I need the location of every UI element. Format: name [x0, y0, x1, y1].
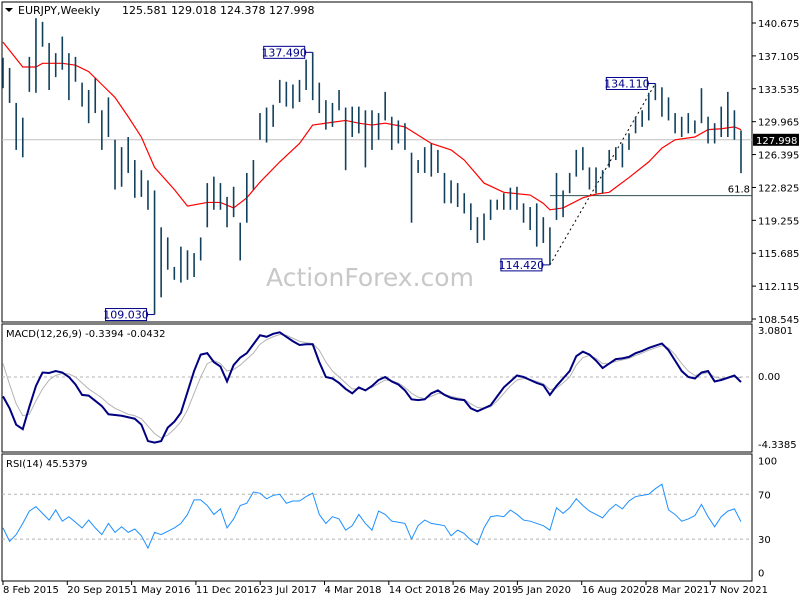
price-axis-label: 119.255	[758, 216, 799, 227]
rsi-axis-label: 70	[758, 490, 771, 501]
symbol-timeframe: EURJPY,Weekly	[18, 4, 101, 17]
rsi-axis-label: 0	[758, 569, 764, 580]
macd-title: MACD(12,26,9) -0.3394 -0.0432	[6, 329, 166, 340]
time-axis-label: 11 Dec 2016	[196, 585, 260, 596]
time-axis-label: 8 Feb 2015	[3, 585, 59, 596]
watermark: ActionForex.com	[266, 263, 474, 292]
trading-chart: ActionForex.com 140.675 137.105 133.535 129.…	[0, 0, 800, 600]
price-axis-label: 140.675	[758, 19, 799, 30]
ohlc-values: 125.581 129.018 124.378 127.998	[122, 4, 314, 17]
time-axis-label: 7 Nov 2021	[710, 585, 768, 596]
annotation-label: 114.420	[499, 259, 545, 272]
price-axis-label: 122.825	[758, 183, 799, 194]
price-axis-label: 129.965	[758, 118, 799, 129]
time-axis-label: 16 Aug 2020	[582, 585, 646, 596]
background	[0, 0, 800, 600]
annotation-label: 109.030	[103, 309, 149, 322]
rsi-title: RSI(14) 45.5379	[6, 459, 87, 470]
price-axis-label: 112.115	[758, 282, 799, 293]
macd-axis-label: 3.0801	[758, 326, 793, 337]
time-axis-label: 23 Jul 2017	[260, 585, 317, 596]
price-axis-label: 133.535	[758, 85, 799, 96]
time-axis-label: 5 Jan 2020	[517, 585, 571, 596]
time-axis-label: 20 Sep 2015	[67, 585, 130, 596]
macd-axis-label: 0.00	[758, 372, 780, 383]
price-axis-label: 115.685	[758, 249, 799, 260]
time-axis-label: 26 May 2019	[453, 585, 518, 596]
fibonacci-level-label: 61.8	[728, 185, 750, 196]
macd-axis-label: -4.3385	[758, 440, 797, 451]
chart-header: EURJPY,Weekly 125.581 129.018 124.378 12…	[5, 4, 314, 17]
current-price-label: 127.998	[756, 136, 797, 147]
annotation-label: 137.490	[261, 46, 307, 59]
price-axis-label: 126.395	[758, 151, 799, 162]
annotation-label: 134.110	[604, 77, 650, 90]
price-axis-label: 108.545	[758, 315, 799, 326]
rsi-axis-label: 30	[758, 535, 771, 546]
time-axis-label: 4 Mar 2018	[325, 585, 382, 596]
rsi-axis-label: 100	[758, 457, 777, 468]
time-axis-label: 28 Mar 2021	[646, 585, 709, 596]
price-axis-label: 137.105	[758, 52, 799, 63]
time-axis-label: 1 May 2016	[132, 585, 191, 596]
time-axis-label: 14 Oct 2018	[389, 585, 451, 596]
